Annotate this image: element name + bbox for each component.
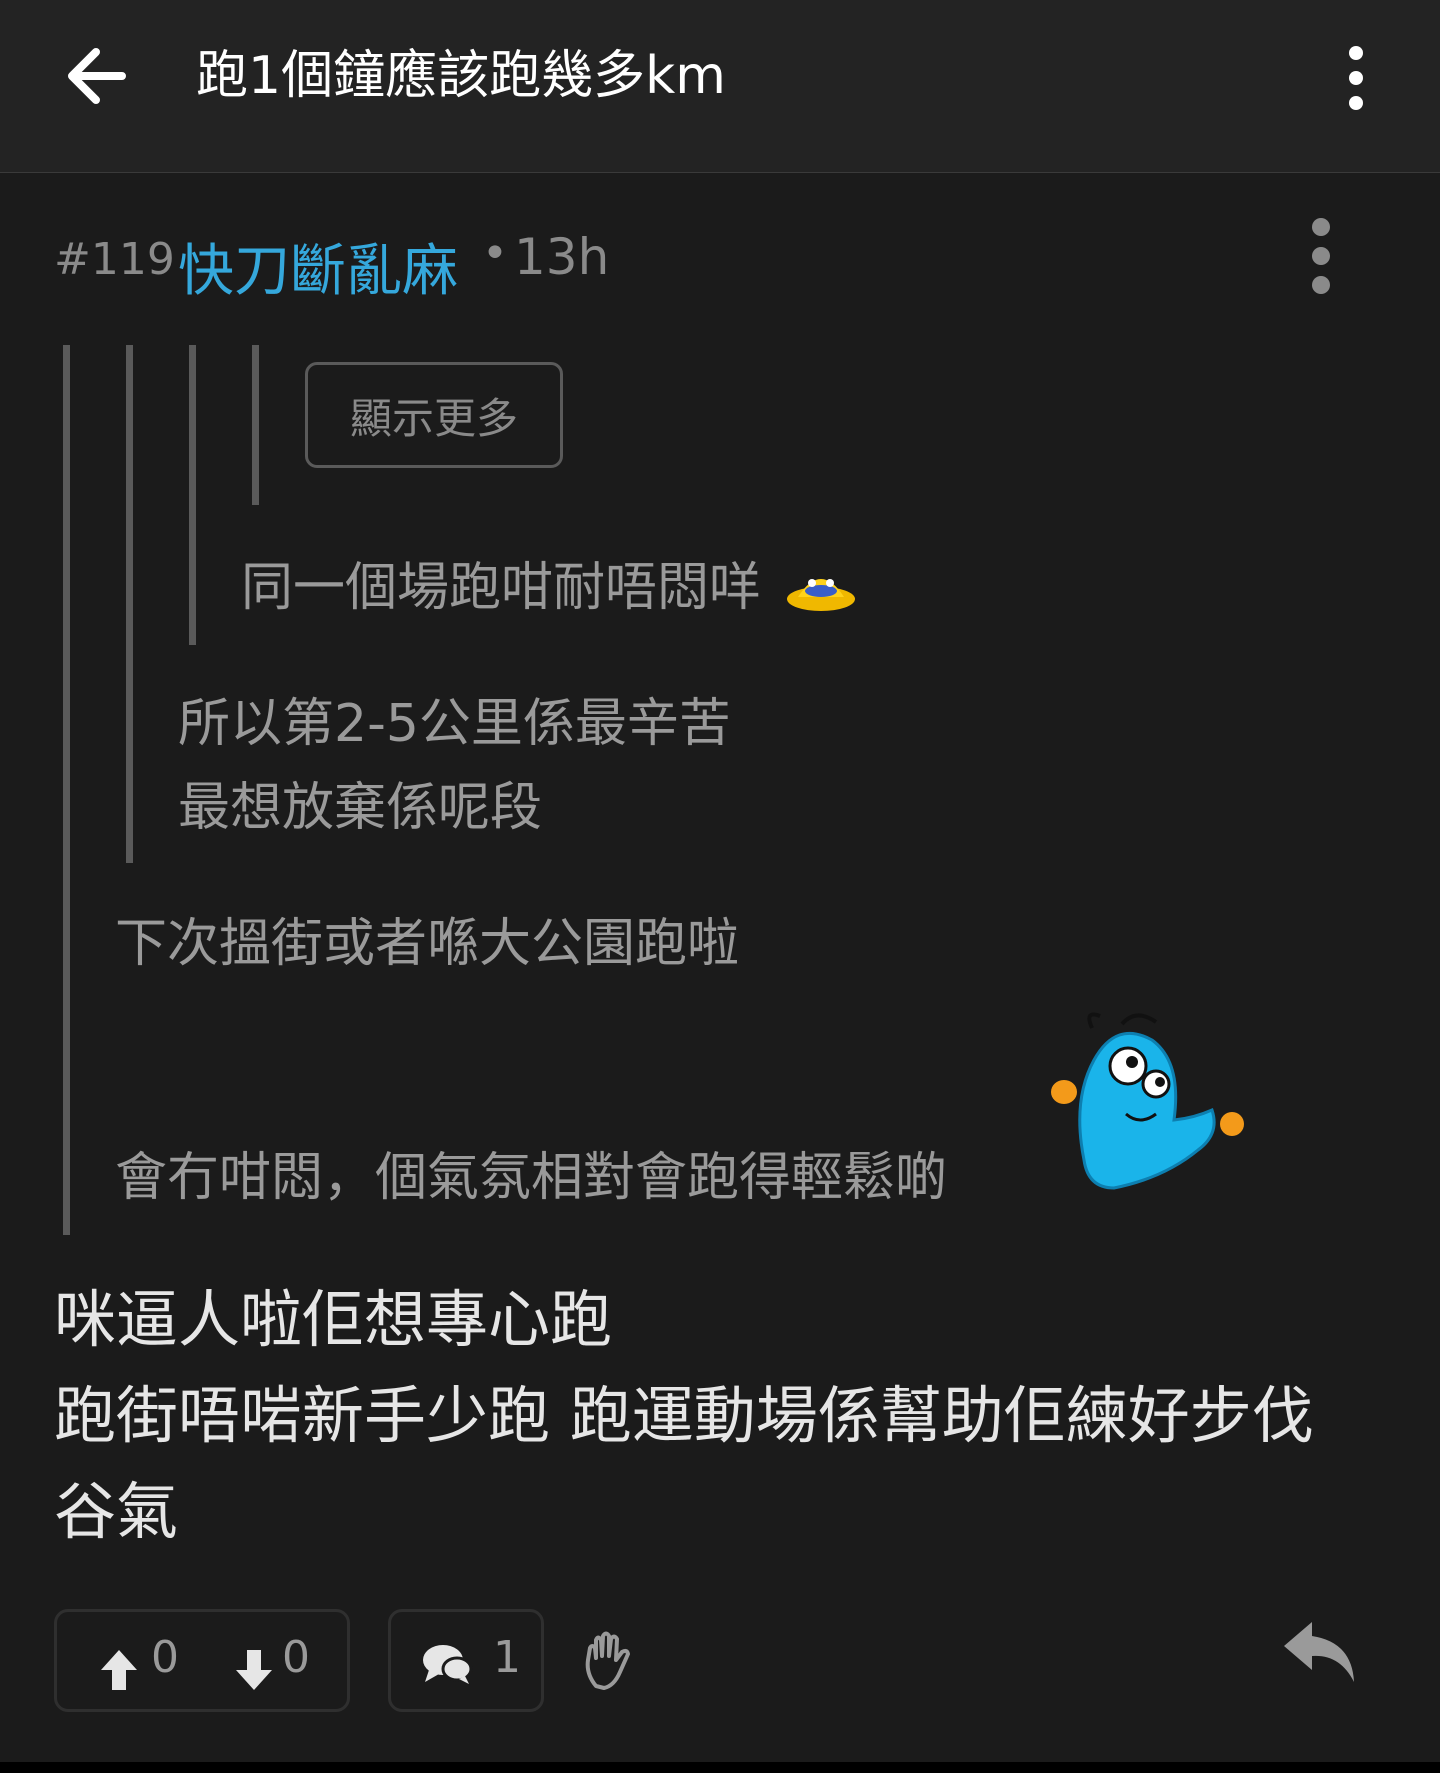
dot [1312,247,1330,265]
arrow-up-icon [101,1650,137,1690]
post-body-line3: 谷氣 [54,1475,179,1548]
comments-button[interactable]: 1 [388,1609,544,1712]
post-body-line1: 咪逼人啦佢想專心跑 [54,1283,613,1356]
dot [1312,218,1330,236]
quote-bar-level-1 [63,345,70,1235]
quote-bar-level-4 [252,345,259,505]
reply-arrow-icon [1284,1622,1354,1682]
author-name[interactable]: 快刀斷亂麻 [178,226,458,307]
downvote-button[interactable]: 0 [222,1612,332,1709]
hand-icon [585,1631,630,1690]
quote-bar-level-2 [126,345,133,863]
quote-bar-level-3 [189,345,196,645]
upvote-count: 0 [151,1632,179,1683]
block-button[interactable] [582,1630,634,1690]
vote-group: 0 0 [54,1609,350,1712]
comment-count: 1 [493,1632,521,1683]
post-body-line2: 跑街唔啱新手少跑 跑運動場係幫助佢練好步伐 [54,1379,1314,1452]
show-more-button[interactable]: 顯示更多 [305,362,563,468]
meta-separator: • [482,228,508,279]
quote-level1-line1: 下次搵街或者喺大公園跑啦 [115,914,740,974]
top-app-bar: 跑1個鐘應該跑幾多km [0,0,1440,173]
dot [1349,96,1363,110]
downvote-count: 0 [282,1632,310,1683]
chat-bubbles-icon [423,1645,473,1684]
arrow-down-icon [236,1650,272,1690]
dot [1349,46,1363,60]
quote-level2-line1: 所以第2-5公里係最辛苦 [178,694,731,754]
quote-level3-text: 同一個場跑咁耐唔悶咩 [241,558,762,618]
post-options-button[interactable] [1296,210,1346,302]
overflow-menu-button[interactable] [1330,40,1382,116]
bottom-edge [0,1762,1440,1773]
yellow-emoji-icon [786,579,855,611]
post-number: #119 [54,234,175,285]
back-button[interactable] [60,40,136,112]
dot [1312,276,1330,294]
quote-level3: 同一個場跑咁耐唔悶咩 [241,546,858,630]
quote-level2-line2: 最想放棄係呢段 [178,778,543,838]
reply-button[interactable] [1282,1618,1360,1686]
quote-level1-line2: 會冇咁悶，個氣氛相對會跑得輕鬆啲 [115,1148,948,1208]
blue-blob-sticker [1051,1012,1244,1190]
arrow-left-icon [68,48,126,104]
thread-title: 跑1個鐘應該跑幾多km [196,46,726,106]
upvote-button[interactable]: 0 [87,1612,197,1709]
post-time: 13h [514,228,610,286]
dot [1349,71,1363,85]
